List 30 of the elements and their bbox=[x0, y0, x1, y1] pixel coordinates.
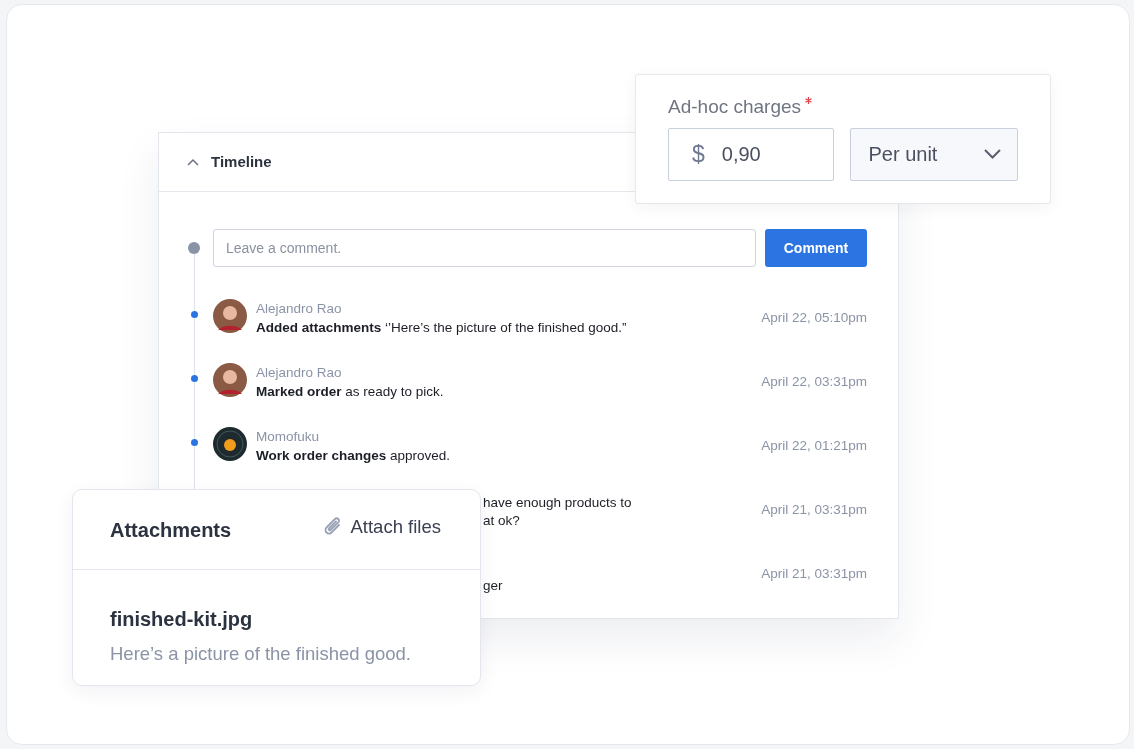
timeline-title: Timeline bbox=[211, 151, 272, 172]
comment-button[interactable]: Comment bbox=[765, 229, 867, 267]
charges-label: Ad-hoc charges bbox=[668, 95, 802, 119]
attachments-title: Attachments bbox=[110, 517, 232, 543]
avatar bbox=[213, 427, 247, 461]
author-name: Alejandro Rao bbox=[256, 300, 343, 318]
event-message: Marked order as ready to pick. bbox=[256, 383, 445, 401]
avatar bbox=[213, 299, 247, 333]
author-name: Momofuku bbox=[256, 428, 321, 446]
event-time: April 22, 03:31pm bbox=[761, 373, 867, 391]
chevron-down-icon bbox=[984, 149, 1001, 159]
author-name: Alejandro Rao bbox=[256, 364, 343, 382]
event-time: April 22, 05:10pm bbox=[761, 309, 867, 327]
unit-dropdown[interactable]: Per unit bbox=[850, 127, 1018, 181]
attach-files-button[interactable]: Attach files bbox=[322, 512, 441, 541]
event-message: ger bbox=[483, 577, 504, 595]
chevron-up-icon[interactable] bbox=[187, 158, 199, 166]
event-message: have enough products to bbox=[483, 494, 633, 512]
file-description: Here’s a picture of the finished good. bbox=[110, 642, 412, 666]
comment-field[interactable]: Leave a comment. bbox=[213, 229, 756, 267]
event-time: April 21, 03:31pm bbox=[761, 501, 867, 519]
event-message: Added attachments ‘’Here’s the picture of the finished good.” bbox=[256, 319, 628, 337]
file-name: finished-kit.jpg bbox=[110, 607, 254, 632]
avatar bbox=[213, 363, 247, 397]
event-message: at ok? bbox=[483, 512, 521, 530]
currency-symbol: $ bbox=[692, 139, 705, 169]
event-message: Work order changes approved. bbox=[256, 447, 452, 465]
event-time: April 21, 03:31pm bbox=[761, 565, 867, 583]
event-time: April 22, 01:21pm bbox=[761, 437, 867, 455]
amount-field[interactable]: $ 0,90 bbox=[668, 127, 835, 181]
